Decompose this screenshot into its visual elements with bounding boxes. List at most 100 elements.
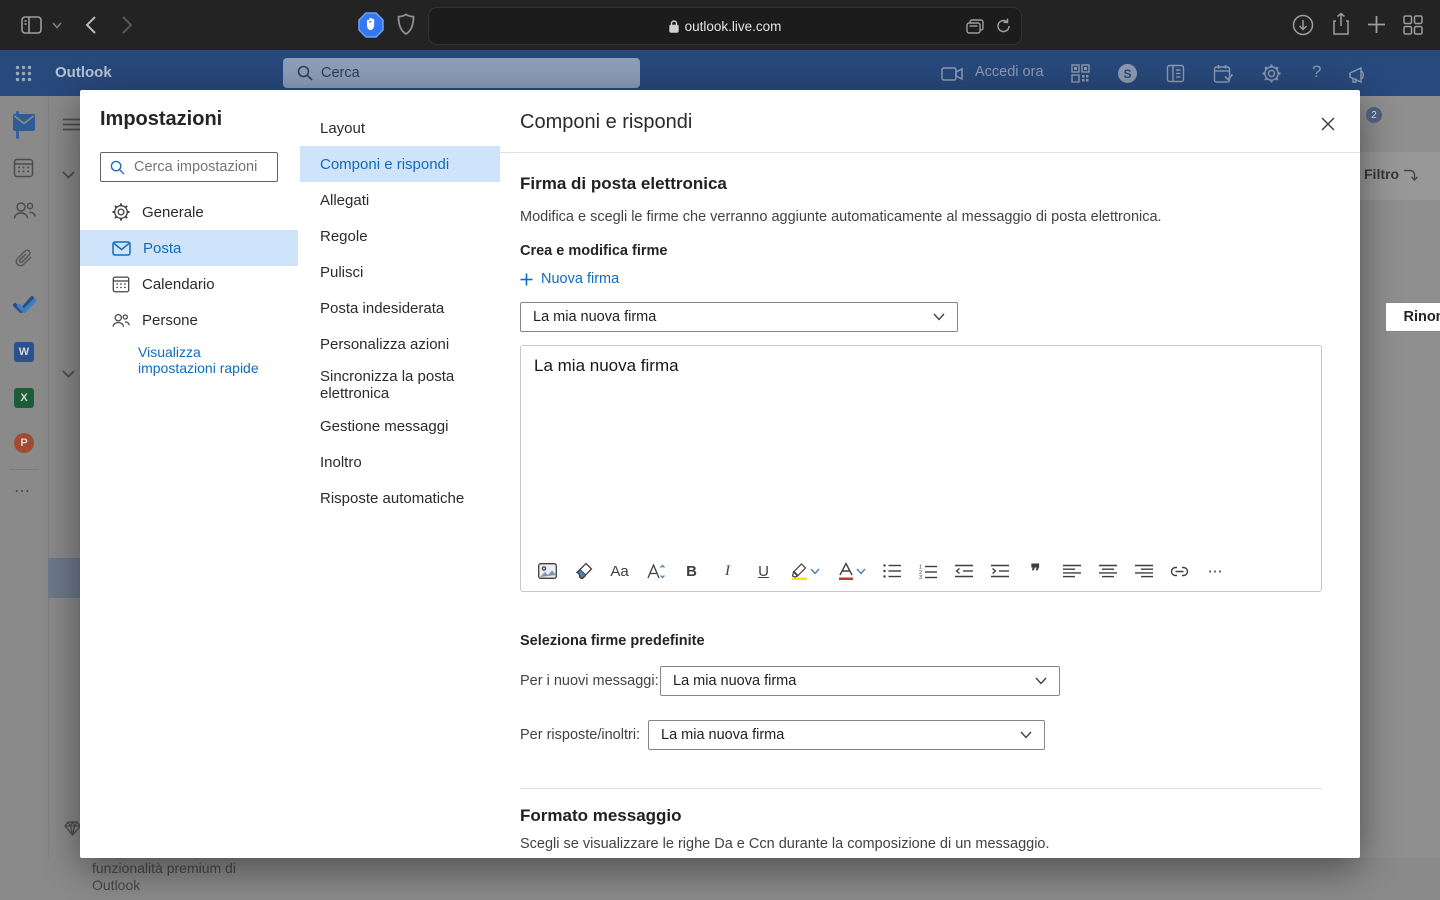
dialog-title: Componi e rispondi	[520, 111, 692, 134]
decrease-indent-icon[interactable]	[953, 559, 974, 583]
page-preview-icon[interactable]	[966, 19, 984, 34]
url-text: outlook.live.com	[685, 19, 782, 34]
favorites-chevron-icon[interactable]	[62, 171, 75, 179]
excel-icon[interactable]: X	[14, 388, 34, 408]
settings-category-general[interactable]: Generale	[80, 194, 298, 230]
nav-item-attachments[interactable]: Allegati	[300, 182, 500, 218]
attachments-icon[interactable]	[13, 247, 35, 269]
app-launcher-icon[interactable]	[15, 65, 32, 82]
font-color-control[interactable]	[835, 559, 866, 583]
align-left-icon[interactable]	[1061, 559, 1082, 583]
sidebar-toggle-icon[interactable]	[21, 16, 42, 34]
onenote-feed-icon[interactable]	[1166, 64, 1185, 83]
people-icon[interactable]	[13, 201, 35, 220]
nav-item-rules[interactable]: Regole	[300, 218, 500, 254]
filter-button[interactable]: Filtro	[1364, 166, 1399, 182]
signature-body-text[interactable]: La mia nuova firma	[534, 356, 679, 376]
folders-chevron-icon[interactable]	[62, 370, 75, 378]
replies-select[interactable]: La mia nuova firma	[648, 720, 1045, 750]
content-blocker-extension-icon[interactable]	[358, 12, 384, 38]
nav-item-layout[interactable]: Layout	[300, 110, 500, 146]
font-icon[interactable]: Aa	[609, 559, 630, 583]
section-divider	[520, 788, 1322, 789]
nav-item-sync-email[interactable]: Sincronizza la posta elettronica	[300, 362, 480, 408]
new-messages-select[interactable]: La mia nuova firma	[660, 666, 1060, 696]
underline-icon[interactable]: U	[753, 559, 774, 583]
back-icon[interactable]	[85, 15, 97, 35]
italic-icon[interactable]: I	[717, 559, 738, 583]
calendar-icon	[112, 275, 130, 293]
highlighter-icon[interactable]	[789, 559, 810, 583]
sidebar-chevron-icon[interactable]	[52, 22, 62, 29]
nav-item-compose-reply[interactable]: Componi e rispondi	[300, 146, 500, 182]
more-apps-icon[interactable]: ⋯	[14, 481, 36, 501]
settings-search-input[interactable]	[132, 158, 266, 176]
settings-gear-icon[interactable]	[1262, 64, 1281, 83]
outlook-logo-text[interactable]: Outlook	[55, 64, 112, 81]
settings-category-mail[interactable]: Posta	[80, 230, 298, 266]
settings-search[interactable]	[100, 152, 278, 182]
share-icon[interactable]	[1331, 12, 1351, 37]
address-bar[interactable]: outlook.live.com	[428, 7, 1022, 45]
nav-item-forwarding[interactable]: Inoltro	[300, 444, 500, 480]
font-size-icon[interactable]	[645, 559, 666, 583]
new-signature-label: Nuova firma	[541, 271, 619, 287]
premium-upsell-text[interactable]: funzionalità premium di Outlook	[92, 860, 282, 894]
highlight-color-control[interactable]	[789, 559, 820, 583]
chevron-down-icon[interactable]	[856, 568, 866, 575]
skype-icon[interactable]: S	[1118, 64, 1137, 83]
format-painter-icon[interactable]	[573, 559, 594, 583]
signature-editor[interactable]: La mia nuova firma Aa B I U	[520, 345, 1322, 592]
whats-new-icon[interactable]	[1348, 66, 1369, 84]
quick-settings-link[interactable]: Visualizza impostazioni rapide	[138, 344, 270, 376]
link-icon[interactable]	[1169, 559, 1190, 583]
font-color-icon[interactable]	[835, 559, 856, 583]
signature-select[interactable]: La mia nuova firma	[520, 302, 958, 332]
nav-item-auto-replies[interactable]: Risposte automatiche	[300, 480, 500, 516]
more-formatting-icon[interactable]: ⋯	[1205, 559, 1226, 583]
chevron-down-icon[interactable]	[810, 568, 820, 575]
numbered-list-icon[interactable]: 123	[917, 559, 938, 583]
word-icon[interactable]: W	[14, 342, 34, 362]
bullet-list-icon[interactable]	[881, 559, 902, 583]
header-search-input[interactable]: Cerca	[283, 58, 640, 88]
plus-icon	[520, 273, 533, 286]
increase-indent-icon[interactable]	[989, 559, 1010, 583]
new-messages-value: La mia nuova firma	[673, 673, 796, 689]
align-right-icon[interactable]	[1133, 559, 1154, 583]
close-icon[interactable]	[1316, 112, 1340, 136]
my-day-icon[interactable]	[1213, 64, 1233, 84]
nav-item-customize-actions[interactable]: Personalizza azioni	[300, 326, 500, 362]
bold-icon[interactable]: B	[681, 559, 702, 583]
downloads-icon[interactable]	[1292, 14, 1314, 36]
help-icon[interactable]: ?	[1312, 62, 1321, 82]
reload-icon[interactable]	[996, 18, 1011, 34]
message-list-dimmed	[1360, 96, 1440, 858]
nav-item-sweep[interactable]: Pulisci	[300, 254, 500, 290]
powerpoint-icon[interactable]: P	[14, 433, 34, 453]
shield-extension-icon[interactable]	[397, 13, 415, 36]
todo-icon[interactable]	[13, 295, 35, 315]
new-tab-icon[interactable]	[1366, 14, 1387, 35]
settings-category-calendar[interactable]: Calendario	[80, 266, 298, 302]
premium-diamond-icon	[64, 821, 81, 836]
tab-overview-icon[interactable]	[1403, 15, 1423, 35]
meet-now-icon[interactable]	[941, 67, 963, 81]
settings-category-people[interactable]: Persone	[80, 302, 298, 338]
join-now-label[interactable]: Accedi ora	[975, 64, 1044, 80]
calendar-icon[interactable]	[13, 157, 35, 178]
nav-item-message-handling[interactable]: Gestione messaggi	[300, 408, 500, 444]
envelope-icon	[112, 241, 131, 256]
mail-icon[interactable]	[13, 114, 35, 131]
lock-icon	[669, 20, 679, 33]
nav-item-junk[interactable]: Posta indesiderata	[300, 290, 500, 326]
rename-button[interactable]: Rinomina	[1385, 302, 1440, 332]
forward-icon[interactable]	[121, 15, 133, 35]
folder-pane-toggle-icon[interactable]	[63, 118, 80, 131]
insert-image-icon[interactable]	[537, 559, 558, 583]
align-center-icon[interactable]	[1097, 559, 1118, 583]
quote-icon[interactable]: ❞	[1025, 559, 1046, 583]
sort-icon[interactable]	[1402, 167, 1418, 183]
new-signature-button[interactable]: Nuova firma	[520, 271, 619, 287]
qr-app-icon[interactable]	[1071, 64, 1090, 83]
